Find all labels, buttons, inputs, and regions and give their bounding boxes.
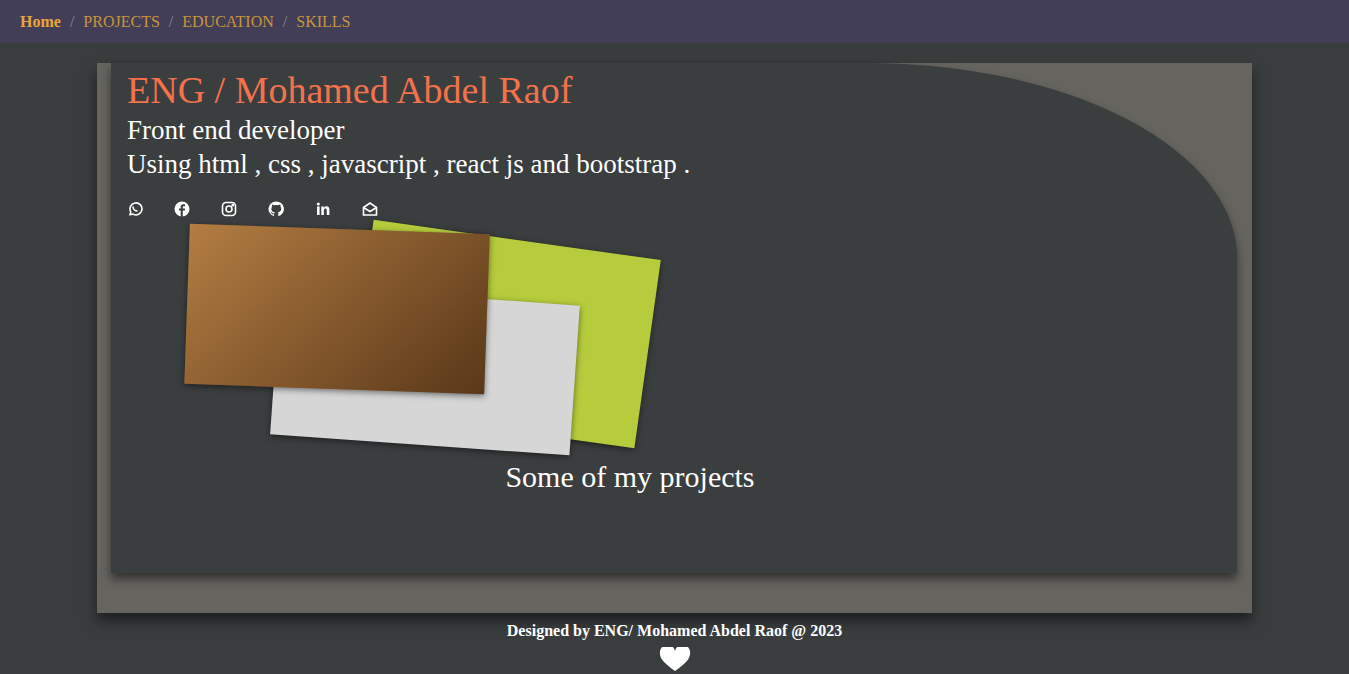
breadcrumb-separator: / bbox=[283, 13, 287, 31]
breadcrumb-bar: Home / PROJECTS / EDUCATION / SKILLS bbox=[0, 0, 1349, 43]
project-preview[interactable] bbox=[184, 224, 489, 394]
facebook-icon bbox=[174, 201, 190, 217]
hero-frame: ENG / Mohamed Abdel RaofFront end develo… bbox=[97, 63, 1252, 613]
page: Home / PROJECTS / EDUCATION / SKILLS ENG / Moha… bbox=[0, 0, 1349, 674]
hero-card: ENG / Mohamed Abdel RaofFront end develo… bbox=[111, 63, 1237, 573]
mail-icon bbox=[362, 201, 378, 217]
hero-title: ENG / Mohamed Abdel Raof bbox=[127, 67, 1221, 113]
breadcrumb-item[interactable]: Home bbox=[20, 13, 61, 31]
social-link[interactable] bbox=[174, 201, 190, 217]
hero-skills: Using html , css , javascript , react js… bbox=[127, 147, 1221, 181]
social-link[interactable] bbox=[362, 201, 378, 217]
breadcrumb-item[interactable]: PROJECTS bbox=[83, 13, 159, 31]
breadcrumb-separator: / bbox=[70, 13, 74, 31]
heart-icon bbox=[659, 647, 691, 671]
projects-caption: Some of my projects bbox=[127, 457, 1221, 497]
main: ENG / Mohamed Abdel RaofFront end develo… bbox=[0, 43, 1349, 671]
hero-subtitle: Front end developer bbox=[127, 113, 1221, 147]
social-link[interactable] bbox=[268, 201, 284, 217]
whatsapp-icon bbox=[127, 201, 143, 217]
social-links bbox=[127, 201, 1221, 217]
footer-text: Designed by ENG/ Mohamed Abdel Raof @ 20… bbox=[0, 621, 1349, 641]
breadcrumb-item[interactable]: SKILLS bbox=[296, 13, 350, 31]
github-icon bbox=[268, 201, 284, 217]
social-link[interactable] bbox=[127, 201, 143, 217]
linkedin-icon bbox=[315, 201, 331, 217]
social-link[interactable] bbox=[221, 201, 237, 217]
instagram-icon bbox=[221, 201, 237, 217]
footer: Designed by ENG/ Mohamed Abdel Raof @ 20… bbox=[0, 613, 1349, 671]
social-link[interactable] bbox=[315, 201, 331, 217]
breadcrumb-item[interactable]: EDUCATION bbox=[182, 13, 274, 31]
breadcrumb-separator: / bbox=[169, 13, 173, 31]
project-previews bbox=[127, 225, 1221, 457]
